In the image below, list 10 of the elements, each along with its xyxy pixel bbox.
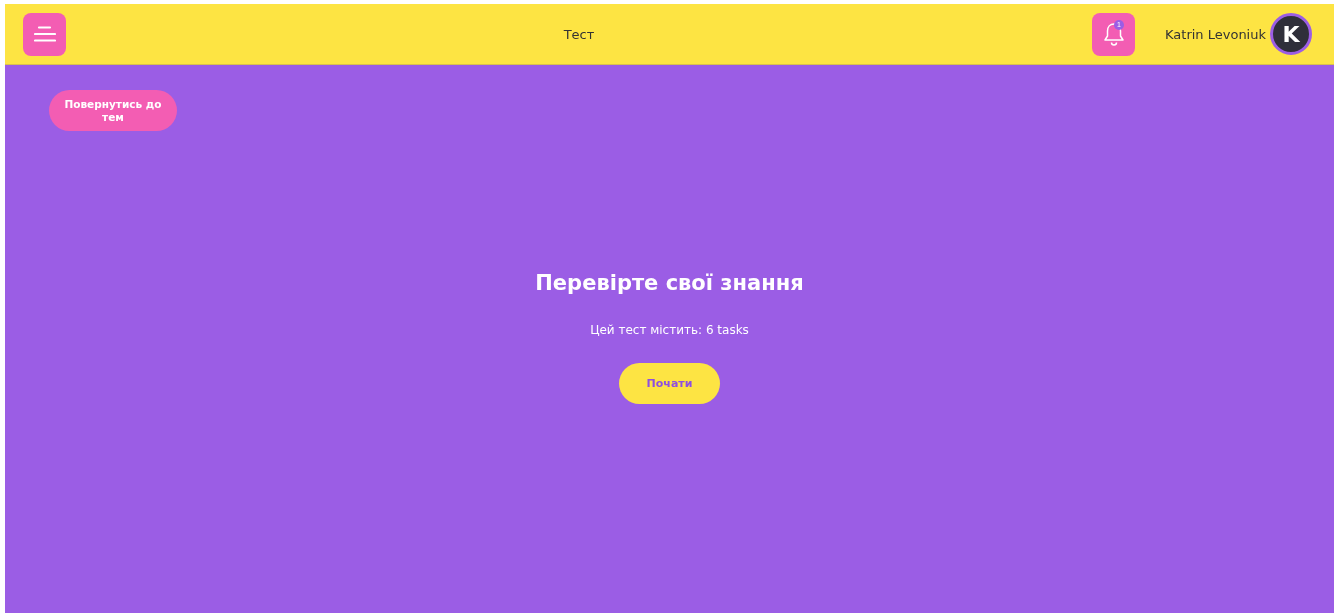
menu-icon [33,26,56,42]
page-title: Тест [562,26,596,42]
back-button[interactable]: Повернутись до тем [49,90,177,131]
start-button[interactable]: Почати [619,363,720,404]
menu-button[interactable] [23,12,66,56]
test-description: Цей тест містить: 6 tasks [590,323,749,337]
user-avatar[interactable]: K [1270,13,1312,55]
user-name: Katrin Levoniuk [1165,26,1266,42]
bell-icon [1101,21,1126,47]
heading: Перевірте свої знання [535,271,804,295]
